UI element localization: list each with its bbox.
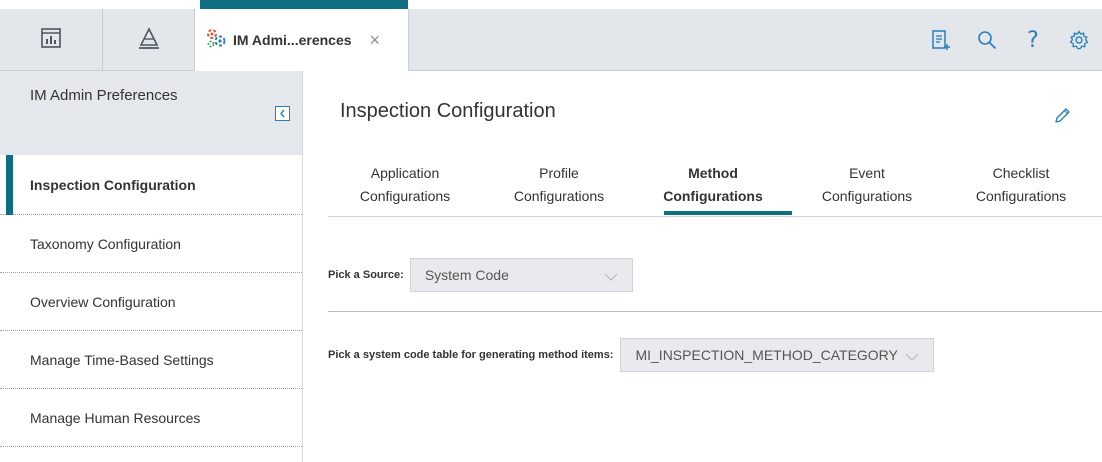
tab-line2: Configurations [821,188,913,204]
top-strip [0,0,1102,9]
preferences-icon [205,27,227,54]
dashboard-icon [41,27,61,53]
page-title: Inspection Configuration [340,100,556,122]
tab-method-configurations[interactable]: Method Configurations [636,159,792,215]
sidebar-item-label: Overview Configuration [30,293,176,310]
tab-line2: Configurations [513,188,605,204]
source-label: Pick a Source: [328,269,404,281]
sidebar-item-inspection-configuration[interactable]: Inspection Configuration [0,155,302,215]
collapse-sidebar-button[interactable] [275,106,290,121]
tab-line2: Configurations [975,188,1067,204]
system-code-table-select[interactable]: MI_INSPECTION_METHOD_CATEGORY [620,338,935,372]
chevron-down-icon [905,349,919,365]
sidebar: IM Admin Preferences Inspection Configur… [0,71,303,462]
triangle-stack-button[interactable] [103,9,195,71]
tab-checklist-configurations[interactable]: Checklist Configurations [944,159,1098,215]
sidebar-item-label: Manage Human Resources [30,409,201,426]
source-row: Pick a Source: System Code [328,258,633,292]
sidebar-item-label: Inspection Configuration [30,176,196,193]
triangle-stack-icon [138,26,160,54]
system-code-table-select-value: MI_INSPECTION_METHOD_CATEGORY [635,347,898,363]
tab-event-configurations[interactable]: Event Configurations [790,159,944,215]
tabs-divider [328,216,1102,217]
sidebar-item-label: Manage Time-Based Settings [30,351,214,368]
dashboard-button[interactable] [0,9,103,71]
system-code-table-label: Pick a system code table for generating … [328,349,614,361]
sidebar-item-label: Taxonomy Configuration [30,235,181,252]
gear-icon[interactable] [1056,30,1102,50]
sidebar-header: IM Admin Preferences [0,71,302,155]
tab-line1: Application [370,165,440,181]
tab-line1: Event [849,165,885,181]
chevron-down-icon [604,269,618,285]
tab-line1: Checklist [992,165,1050,181]
tab-line2: Configurations [359,188,451,204]
tab-im-admin-preferences[interactable]: IM Admi...erences × [195,9,409,71]
chevron-left-icon [279,105,286,123]
tab-application-configurations[interactable]: Application Configurations [328,159,482,215]
sidebar-title: IM Admin Preferences [30,87,178,104]
config-tabs: Application Configurations Profile Confi… [328,159,1098,215]
sidebar-item-manage-time-based-settings[interactable]: Manage Time-Based Settings [0,331,302,389]
source-select-value: System Code [424,267,509,283]
close-icon[interactable]: × [370,31,381,49]
help-icon[interactable]: ? [1010,28,1056,53]
system-code-table-row: Pick a system code table for generating … [328,338,935,372]
tab-line1: Profile [539,165,579,181]
tab-line2: Configurations [663,188,763,204]
sidebar-list: Inspection Configuration Taxonomy Config… [0,155,302,447]
tab-line1: Method [688,165,738,181]
edit-icon[interactable] [1053,107,1071,130]
sidebar-item-taxonomy-configuration[interactable]: Taxonomy Configuration [0,215,302,273]
sidebar-item-overview-configuration[interactable]: Overview Configuration [0,273,302,331]
source-select[interactable]: System Code [409,258,633,292]
clipboard-add-icon[interactable] [918,29,964,51]
section-divider [328,311,1102,312]
main-panel: Inspection Configuration Application Con… [303,71,1102,462]
app-header: IM Admi...erences × ? [0,9,1102,71]
tab-profile-configurations[interactable]: Profile Configurations [482,159,636,215]
top-strip-bar [200,0,408,9]
header-actions: ? [918,9,1102,71]
search-icon[interactable] [964,30,1010,50]
tab-label: IM Admi...erences [233,32,352,48]
sidebar-item-manage-human-resources[interactable]: Manage Human Resources [0,389,302,447]
